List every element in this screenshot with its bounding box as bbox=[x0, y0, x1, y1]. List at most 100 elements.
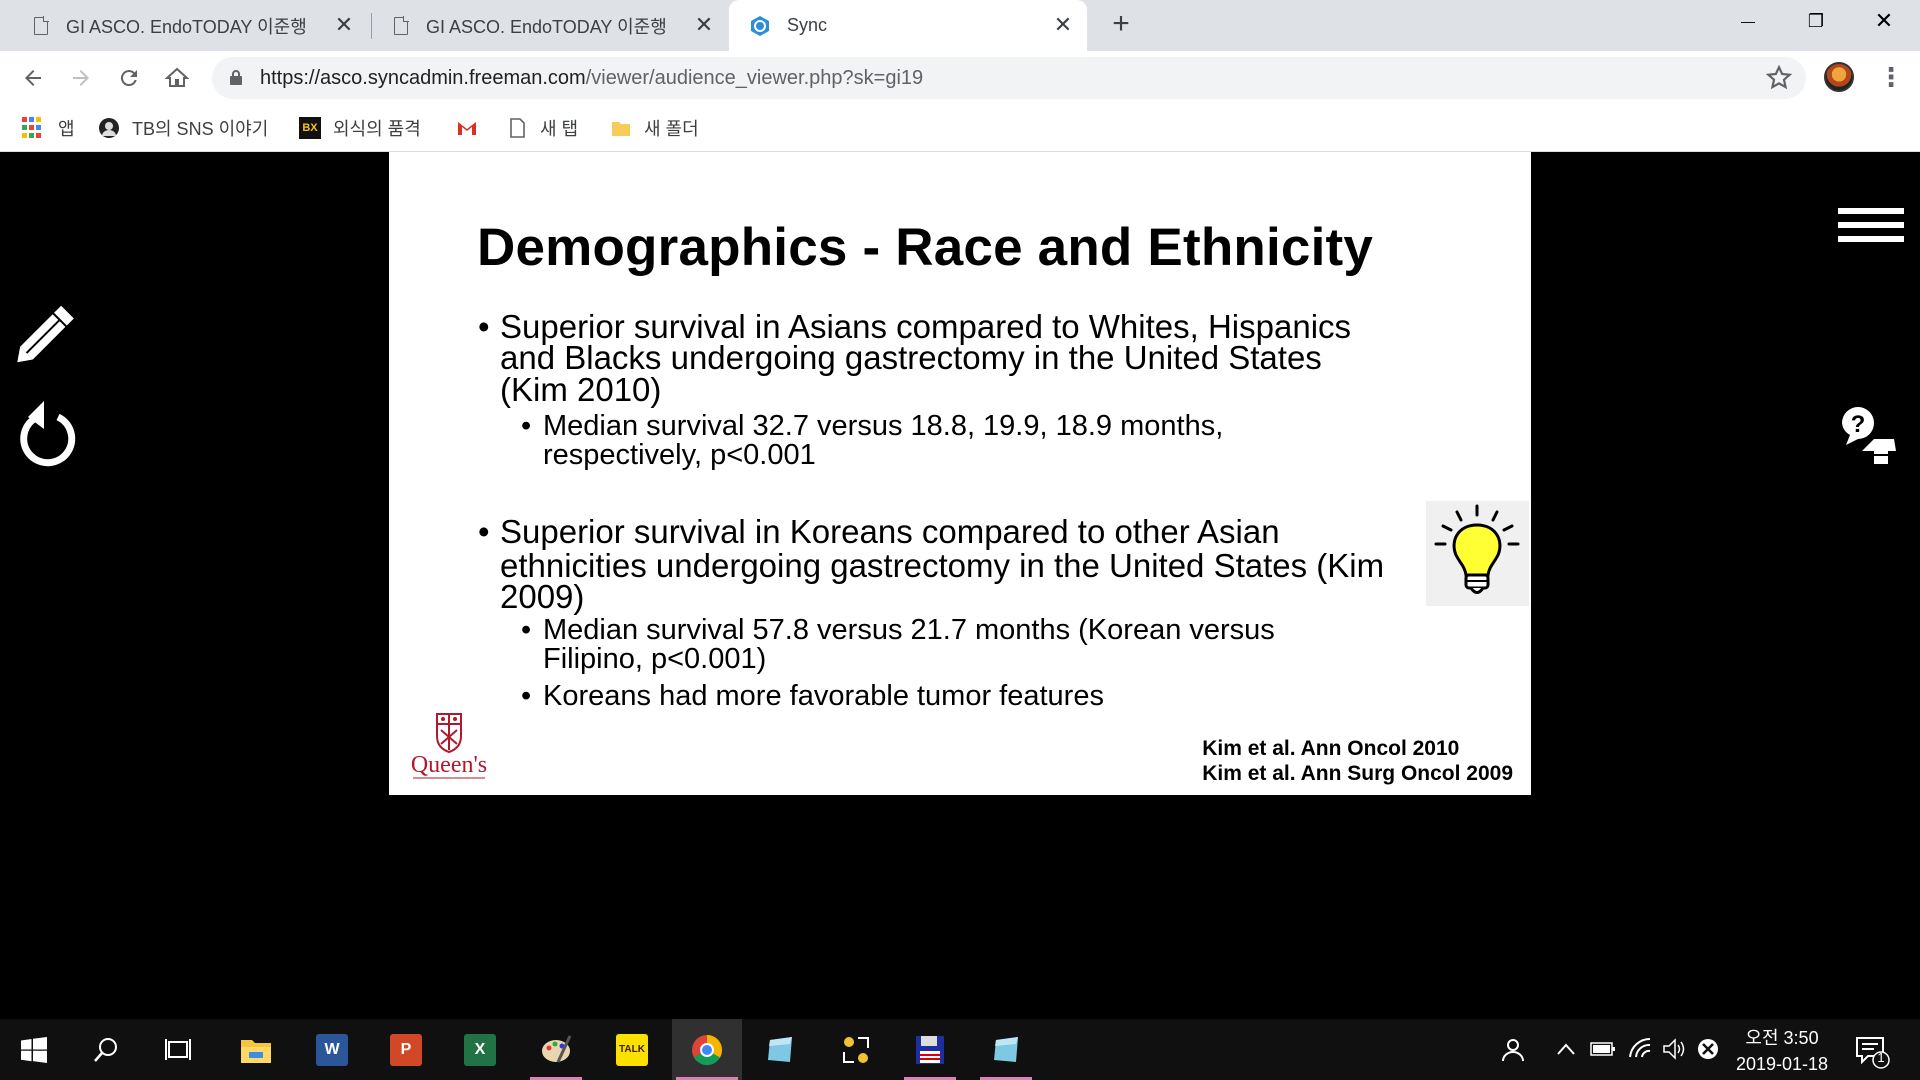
battery-icon[interactable] bbox=[1590, 1041, 1616, 1057]
wifi-icon[interactable] bbox=[1628, 1037, 1652, 1061]
notification-count: 1 bbox=[1877, 1050, 1885, 1065]
powerpoint-button[interactable]: P bbox=[376, 1019, 436, 1080]
bookmark-label: 새 폴더 bbox=[644, 119, 699, 139]
tab-sync[interactable]: Sync ✕ bbox=[729, 0, 1087, 51]
kakaotalk-icon: TALK bbox=[616, 1033, 648, 1066]
bookmarks-bar: 앱 TB의 SNS 이야기 BX 외식의 품격 새 탭 새 폴더 bbox=[0, 104, 1920, 152]
ask-question-icon[interactable]: ? bbox=[1838, 403, 1898, 473]
search-button[interactable] bbox=[76, 1019, 136, 1080]
paint-palette-icon bbox=[542, 1034, 572, 1063]
close-icon[interactable]: ✕ bbox=[332, 13, 356, 37]
word-button[interactable]: W bbox=[302, 1019, 362, 1080]
back-button[interactable] bbox=[16, 61, 50, 95]
bookmark-new-folder[interactable]: 새 폴더 bbox=[610, 114, 699, 142]
bookmark-new-tab[interactable]: 새 탭 bbox=[506, 114, 578, 142]
excel-button[interactable]: X bbox=[450, 1019, 510, 1080]
undo-icon[interactable] bbox=[14, 397, 78, 467]
queens-university-logo: Queen's bbox=[411, 713, 487, 779]
kakaotalk-button[interactable]: TALK bbox=[602, 1019, 662, 1080]
forward-button[interactable] bbox=[64, 61, 98, 95]
pencil-icon[interactable] bbox=[14, 299, 80, 369]
system-clock[interactable]: 오전 3:50 2019-01-18 bbox=[1720, 1025, 1844, 1077]
presentation-slide: Demographics - Race and Ethnicity • Supe… bbox=[389, 152, 1531, 795]
reload-button[interactable] bbox=[112, 61, 146, 95]
bullet-line: Koreans had more favorable tumor feature… bbox=[543, 680, 1104, 712]
chrome-icon bbox=[692, 1034, 722, 1065]
app-blue-button[interactable] bbox=[750, 1019, 810, 1080]
bullet-marker: • bbox=[521, 410, 532, 442]
bullet-line: Median survival 57.8 versus 21.7 months … bbox=[543, 614, 1275, 646]
clock-time: 오전 3:50 bbox=[1745, 1028, 1819, 1048]
close-window-button[interactable]: ✕ bbox=[1856, 0, 1912, 42]
bookmark-label: TB의 SNS 이야기 bbox=[132, 119, 269, 139]
hamburger-menu-icon[interactable] bbox=[1838, 208, 1904, 248]
action-center-button[interactable]: 1 bbox=[1854, 1033, 1890, 1069]
home-button[interactable] bbox=[160, 61, 194, 95]
word-icon: W bbox=[316, 1033, 348, 1066]
chevron-up-icon[interactable] bbox=[1556, 1041, 1576, 1057]
url-text[interactable]: https://asco.syncadmin.freeman.com/viewe… bbox=[260, 67, 923, 90]
browser-menu-icon[interactable]: ⋮ bbox=[1878, 61, 1904, 95]
bullet-line: Filipino, p<0.001) bbox=[543, 643, 767, 675]
start-button[interactable] bbox=[4, 1019, 64, 1080]
app-floppy-button[interactable] bbox=[900, 1019, 960, 1080]
gmail-icon bbox=[458, 122, 476, 135]
tab-gi-asco-2[interactable]: GI ASCO. EndoTODAY 이준행 ✕ bbox=[372, 0, 728, 51]
bullet-line: Median survival 32.7 versus 18.8, 19.9, … bbox=[543, 410, 1224, 442]
slide-title: Demographics - Race and Ethnicity bbox=[477, 218, 1374, 277]
sub-bullet-item: • Koreans had more favorable tumor featu… bbox=[521, 680, 1104, 712]
reload-icon bbox=[120, 70, 137, 87]
app-blue-2-button[interactable] bbox=[976, 1019, 1036, 1080]
profile-avatar[interactable] bbox=[1824, 62, 1854, 92]
lock-icon bbox=[230, 70, 242, 85]
search-icon bbox=[94, 1037, 117, 1062]
new-tab-button[interactable]: + bbox=[1106, 9, 1136, 40]
bx-icon: BX bbox=[299, 117, 321, 139]
paint-button[interactable] bbox=[526, 1019, 586, 1080]
bullet-marker: • bbox=[478, 513, 490, 550]
bullet-line: and Blacks undergoing gastrectomy in the… bbox=[500, 339, 1322, 376]
queens-logo-text: Queen's bbox=[411, 752, 487, 778]
folder-icon bbox=[241, 1039, 271, 1063]
file-explorer-button[interactable] bbox=[226, 1019, 286, 1080]
task-view-button[interactable] bbox=[148, 1019, 208, 1080]
bookmark-star-icon[interactable] bbox=[1766, 65, 1792, 91]
tab-gi-asco-1[interactable]: GI ASCO. EndoTODAY 이준행 ✕ bbox=[0, 0, 368, 51]
floppy-disk-icon bbox=[916, 1035, 944, 1064]
close-icon[interactable]: ✕ bbox=[1051, 13, 1075, 37]
chrome-button[interactable] bbox=[672, 1019, 742, 1080]
apps-grid-icon bbox=[22, 117, 44, 139]
reference-line: Kim et al. Ann Oncol 2010 bbox=[1202, 737, 1460, 760]
address-bar[interactable]: https://asco.syncadmin.freeman.com/viewe… bbox=[212, 57, 1806, 99]
bullet-line: ethnicities undergoing gastrectomy in th… bbox=[500, 547, 1385, 584]
bookmark-label: 앱 bbox=[58, 119, 75, 139]
tab-title: GI ASCO. EndoTODAY 이준행 bbox=[66, 16, 307, 37]
bookmark-gmail[interactable] bbox=[456, 114, 490, 142]
windows-logo-icon bbox=[21, 1036, 47, 1063]
restore-button[interactable]: ❐ bbox=[1788, 0, 1844, 42]
volume-icon[interactable] bbox=[1662, 1037, 1686, 1061]
lightbulb-icon bbox=[1426, 501, 1529, 606]
task-view-icon bbox=[165, 1038, 191, 1060]
bookmark-tb-sns[interactable]: TB의 SNS 이야기 bbox=[98, 114, 268, 142]
people-icon[interactable] bbox=[1500, 1037, 1526, 1063]
network-disconnected-icon[interactable] bbox=[1696, 1037, 1720, 1061]
excel-icon: X bbox=[464, 1033, 496, 1066]
url-host: https://asco.syncadmin.freeman.com bbox=[260, 67, 586, 89]
bullet-line: Superior survival in Koreans compared to… bbox=[500, 513, 1280, 550]
minimize-button[interactable]: — bbox=[1720, 0, 1776, 42]
windows-taskbar: W P X TALK 오전 3:50 2019-01-18 1 bbox=[0, 1019, 1920, 1080]
bookmark-bx[interactable]: BX 외식의 품격 bbox=[299, 114, 421, 142]
bookmark-apps[interactable]: 앱 bbox=[22, 114, 75, 142]
bullet-item: • Superior survival in Koreans compared … bbox=[478, 513, 1385, 615]
tab-title: Sync bbox=[787, 15, 828, 35]
close-icon[interactable]: ✕ bbox=[692, 13, 716, 37]
bookmark-label: 새 탭 bbox=[540, 119, 579, 139]
bullet-line: (Kim 2010) bbox=[500, 371, 662, 408]
bullet-marker: • bbox=[521, 614, 532, 646]
powerpoint-icon: P bbox=[390, 1033, 422, 1066]
reference-line: Kim et al. Ann Surg Oncol 2009 bbox=[1202, 762, 1513, 785]
references: Kim et al. Ann Oncol 2010 Kim et al. Ann… bbox=[1202, 736, 1513, 786]
bullet-line: 2009) bbox=[500, 578, 585, 615]
app-transfer-button[interactable] bbox=[826, 1019, 886, 1080]
